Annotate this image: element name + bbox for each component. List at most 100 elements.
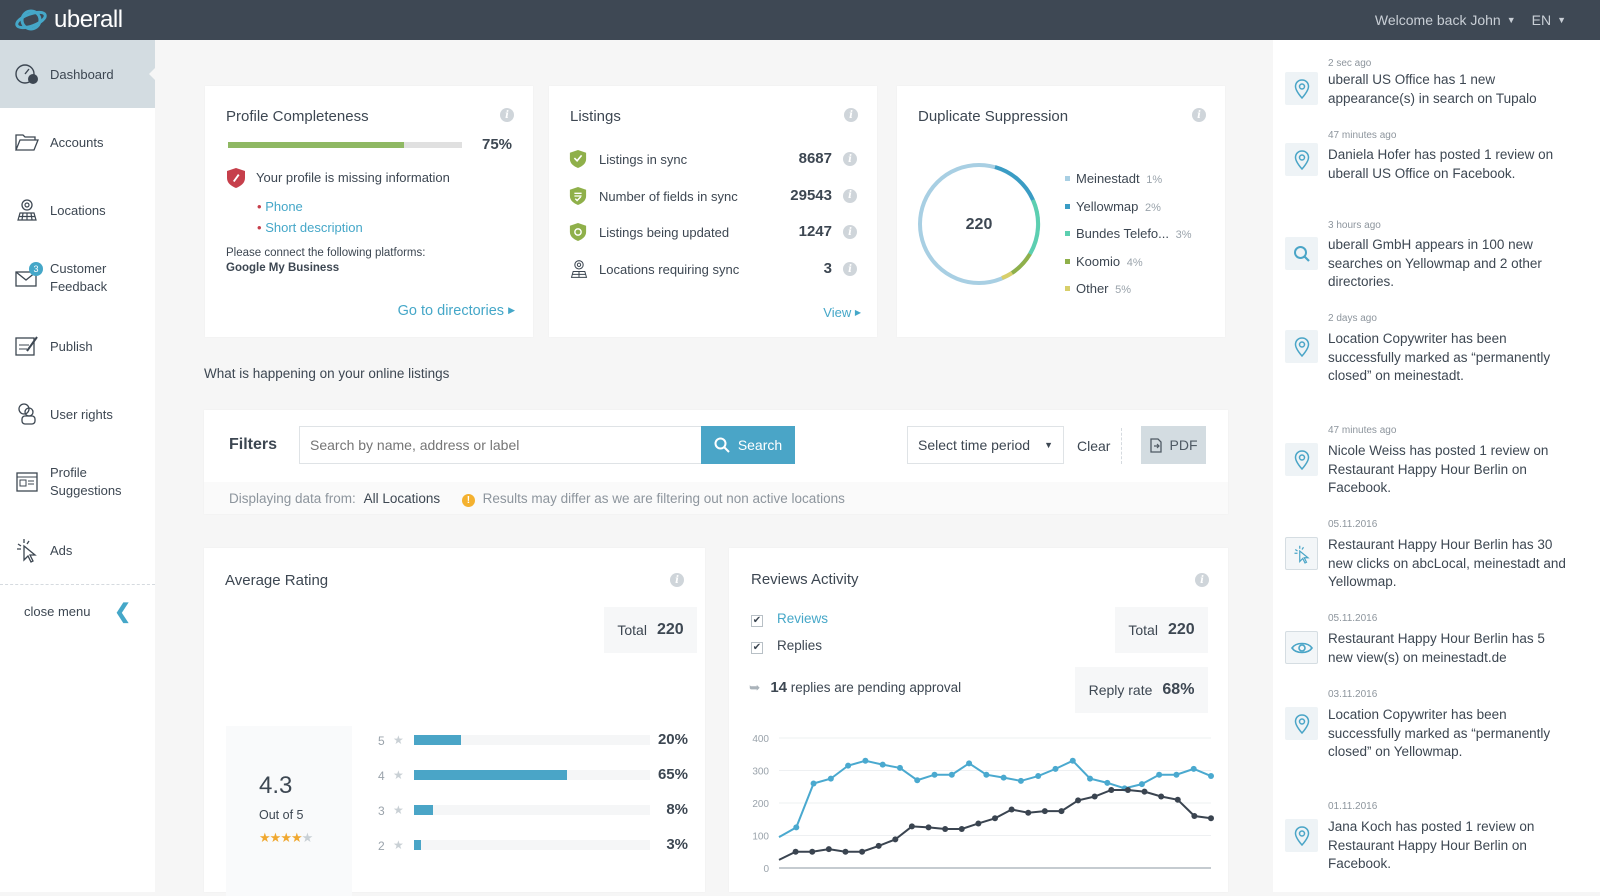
- data-point-replies[interactable]: [958, 826, 965, 832]
- data-point-replies[interactable]: [1174, 796, 1181, 803]
- search-input[interactable]: [299, 426, 702, 464]
- data-point-reviews[interactable]: [1087, 775, 1094, 782]
- data-point-replies[interactable]: [1191, 813, 1198, 819]
- data-point-reviews[interactable]: [1000, 774, 1007, 781]
- eye-icon: [1285, 631, 1318, 664]
- listing-row-label: Locations requiring sync: [599, 262, 740, 278]
- data-point-replies[interactable]: [792, 848, 799, 855]
- data-point-replies[interactable]: [992, 815, 998, 822]
- user-menu[interactable]: Welcome back John ▼: [1375, 12, 1516, 28]
- data-point-replies[interactable]: [908, 823, 915, 830]
- info-icon[interactable]: i: [843, 262, 857, 277]
- data-point-reviews[interactable]: [1069, 757, 1076, 764]
- data-point-replies[interactable]: [1158, 793, 1165, 800]
- data-point-reviews[interactable]: [1104, 779, 1111, 786]
- listing-row-label: Listings being updated: [599, 225, 730, 241]
- close-menu-button[interactable]: close menu ❮: [0, 585, 155, 638]
- legend-swatch: [1065, 286, 1070, 291]
- data-point-replies[interactable]: [1075, 797, 1082, 804]
- info-icon[interactable]: i: [844, 108, 858, 122]
- data-point-replies[interactable]: [925, 824, 932, 831]
- sidebar-item-publish[interactable]: Publish: [0, 312, 155, 380]
- data-point-replies[interactable]: [1008, 806, 1015, 813]
- data-point-replies[interactable]: [809, 848, 816, 855]
- data-point-replies[interactable]: [1141, 788, 1148, 795]
- go-to-directories-link[interactable]: Go to directories ▶: [398, 303, 515, 319]
- data-point-replies[interactable]: [892, 836, 899, 843]
- data-point-replies[interactable]: [1208, 815, 1214, 822]
- data-point-replies[interactable]: [1058, 808, 1065, 815]
- sidebar-item-label: User rights: [50, 406, 113, 422]
- data-point-reviews[interactable]: [1173, 771, 1180, 778]
- data-point-replies[interactable]: [875, 842, 882, 849]
- sidebar-item-profile-suggestions[interactable]: Profile Suggestions: [0, 448, 155, 516]
- data-point-reviews[interactable]: [1035, 773, 1042, 780]
- data-point-reviews[interactable]: [1208, 773, 1214, 780]
- data-point-reviews[interactable]: [827, 775, 834, 782]
- pdf-label: PDF: [1169, 437, 1198, 453]
- checkbox-checked[interactable]: ✔: [751, 642, 763, 654]
- data-point-reviews[interactable]: [1052, 765, 1059, 772]
- reply-rate-label: Reply rate: [1088, 682, 1153, 698]
- data-point-replies[interactable]: [825, 846, 832, 853]
- sidebar-item-user-rights[interactable]: User rights: [0, 380, 155, 448]
- legend-item: Yellowmap 2%: [1065, 194, 1192, 222]
- data-point-reviews[interactable]: [948, 771, 955, 778]
- pin-icon: [1285, 443, 1318, 476]
- rating-star-number: 3: [378, 804, 385, 818]
- info-icon[interactable]: i: [843, 188, 857, 203]
- data-point-reviews[interactable]: [1156, 771, 1163, 778]
- sidebar-item-ads[interactable]: Ads: [0, 516, 155, 584]
- filters-panel: Filters Search Select time period ▼ Clear…: [204, 410, 1228, 514]
- data-point-reviews[interactable]: [1138, 781, 1145, 788]
- data-point-reviews[interactable]: [845, 762, 852, 769]
- replies-checkbox[interactable]: ✔ Replies: [751, 638, 822, 654]
- data-point-reviews[interactable]: [931, 771, 938, 778]
- data-point-replies[interactable]: [1041, 808, 1048, 815]
- data-point-reviews[interactable]: [966, 760, 973, 767]
- profile-completeness-card: Profile Completeness i 75% Your profile …: [205, 86, 533, 337]
- feed-text: uberall US Office has 1 new appearance(s…: [1328, 72, 1537, 106]
- data-point-reviews[interactable]: [879, 761, 886, 768]
- info-icon[interactable]: i: [843, 152, 857, 166]
- data-point-replies[interactable]: [842, 848, 849, 855]
- checkbox-checked[interactable]: ✔: [751, 615, 763, 627]
- info-icon[interactable]: i: [843, 225, 857, 240]
- info-icon[interactable]: i: [1195, 573, 1209, 587]
- pdf-button[interactable]: PDF: [1141, 426, 1206, 464]
- sidebar-item-dashboard[interactable]: Dashboard: [0, 40, 155, 108]
- data-point-reviews[interactable]: [810, 780, 817, 787]
- data-point-replies[interactable]: [942, 826, 949, 832]
- missing-field-short-description[interactable]: • Short description: [257, 217, 363, 238]
- data-point-reviews[interactable]: [896, 764, 903, 771]
- language-menu[interactable]: EN ▼: [1532, 12, 1566, 28]
- data-point-reviews[interactable]: [1017, 777, 1024, 784]
- info-icon[interactable]: i: [670, 573, 684, 587]
- data-point-reviews[interactable]: [793, 824, 800, 831]
- search-button[interactable]: Search: [701, 426, 795, 464]
- data-point-replies[interactable]: [1025, 809, 1032, 816]
- data-point-replies[interactable]: [1124, 787, 1131, 793]
- time-period-select[interactable]: Select time period ▼: [907, 426, 1064, 464]
- view-listings-link[interactable]: View ▶: [823, 305, 861, 320]
- data-point-reviews[interactable]: [1190, 765, 1197, 772]
- filter-notice: Results may differ as we are filtering o…: [482, 491, 845, 506]
- info-icon[interactable]: i: [500, 108, 514, 122]
- data-point-replies[interactable]: [1091, 793, 1098, 800]
- sidebar-item-customer-feedback[interactable]: 3 Customer Feedback: [0, 244, 155, 312]
- data-point-replies[interactable]: [1108, 787, 1115, 793]
- sidebar-item-locations[interactable]: Locations: [0, 176, 155, 244]
- listing-row-label: Number of fields in sync: [599, 188, 738, 204]
- data-point-reviews[interactable]: [862, 757, 869, 764]
- data-point-replies[interactable]: [975, 820, 982, 827]
- data-point-reviews[interactable]: [983, 771, 990, 778]
- clear-button[interactable]: Clear: [1077, 438, 1110, 454]
- sidebar-item-accounts[interactable]: Accounts: [0, 108, 155, 176]
- reviews-checkbox[interactable]: ✔ Reviews: [751, 611, 828, 627]
- info-icon[interactable]: i: [1192, 108, 1206, 122]
- data-point-reviews[interactable]: [914, 777, 921, 784]
- brand-logo[interactable]: uberall: [14, 6, 123, 34]
- missing-field-phone[interactable]: • Phone: [257, 196, 363, 217]
- legend-swatch: [1065, 203, 1070, 209]
- data-point-replies[interactable]: [859, 848, 866, 855]
